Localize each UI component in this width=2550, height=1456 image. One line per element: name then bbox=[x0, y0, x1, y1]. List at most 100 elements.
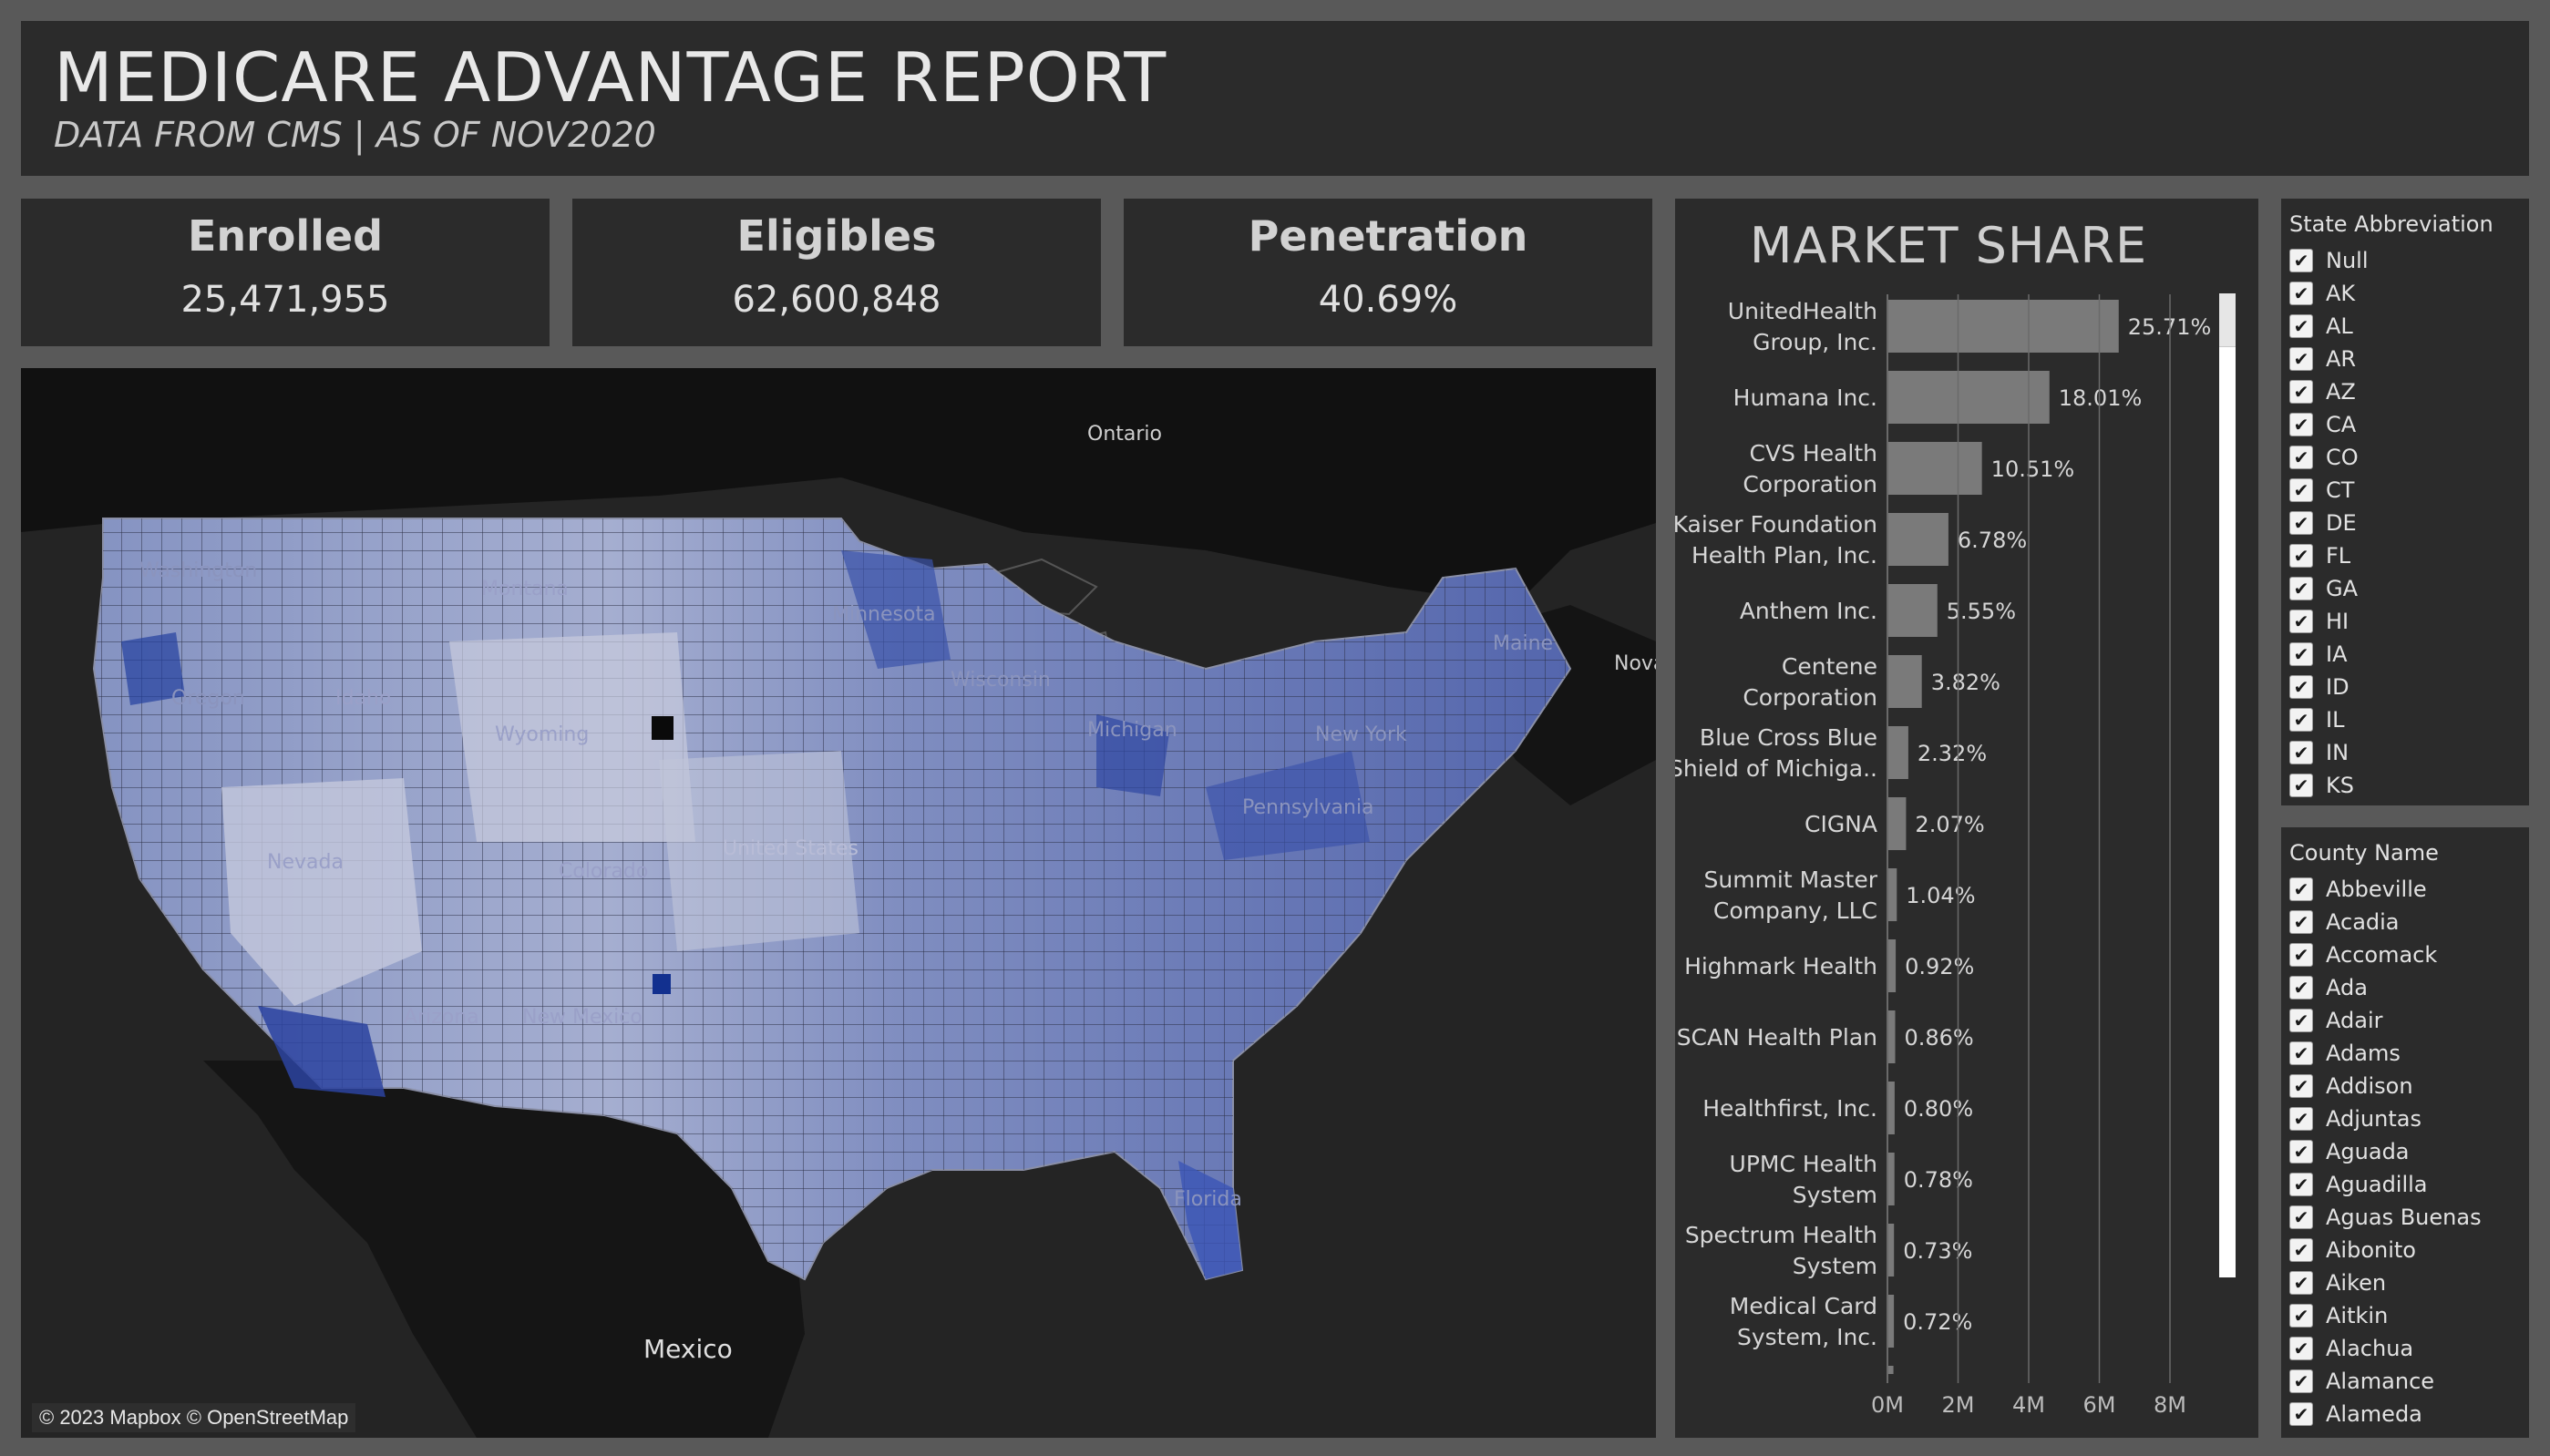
checkbox-checked-icon[interactable]: ✔ bbox=[2289, 774, 2313, 797]
state-filter-item[interactable]: ✔ CA bbox=[2289, 408, 2524, 441]
market-share-chart[interactable]: UnitedHealth Group, Inc.25.71%Humana Inc.… bbox=[1675, 199, 2258, 1438]
county-filter-item[interactable]: ✔ Alamance bbox=[2289, 1365, 2524, 1398]
checkbox-checked-icon[interactable]: ✔ bbox=[2289, 1205, 2313, 1229]
checkbox-checked-icon[interactable]: ✔ bbox=[2289, 1304, 2313, 1328]
category-label: CVS Health Corporation bbox=[1743, 440, 1877, 497]
state-filter-item[interactable]: ✔ AK bbox=[2289, 277, 2524, 310]
checkbox-checked-icon[interactable]: ✔ bbox=[2289, 741, 2313, 764]
state-filter-item-label: AK bbox=[2326, 281, 2356, 306]
state-filter-item[interactable]: ✔ IA bbox=[2289, 638, 2524, 671]
state-filter-item[interactable]: ✔ CT bbox=[2289, 474, 2524, 507]
checkbox-checked-icon[interactable]: ✔ bbox=[2289, 282, 2313, 305]
county-filter-item[interactable]: ✔ Acadia bbox=[2289, 906, 2524, 938]
county-filter-item-label: Adair bbox=[2326, 1008, 2383, 1033]
chart-scrollbar-thumb[interactable] bbox=[2219, 293, 2236, 347]
map-canvas[interactable] bbox=[21, 368, 1656, 1438]
state-filter-item[interactable]: ✔ CO bbox=[2289, 441, 2524, 474]
checkbox-checked-icon[interactable]: ✔ bbox=[2289, 910, 2313, 934]
market-share-bar[interactable] bbox=[1887, 1224, 1895, 1277]
county-filter-item[interactable]: ✔ Aguadilla bbox=[2289, 1168, 2524, 1201]
market-share-bar[interactable] bbox=[1887, 300, 2119, 353]
checkbox-checked-icon[interactable]: ✔ bbox=[2289, 511, 2313, 535]
state-filter-item[interactable]: ✔ DE bbox=[2289, 507, 2524, 539]
map-label: Idaho bbox=[335, 687, 392, 710]
county-filter-item[interactable]: ✔ Abbeville bbox=[2289, 873, 2524, 906]
checkbox-checked-icon[interactable]: ✔ bbox=[2289, 610, 2313, 633]
county-map[interactable]: Ontario Mexico Washington Oregon Nevada … bbox=[21, 368, 1656, 1438]
checkbox-checked-icon[interactable]: ✔ bbox=[2289, 446, 2313, 469]
checkbox-checked-icon[interactable]: ✔ bbox=[2289, 1271, 2313, 1295]
market-share-bar[interactable] bbox=[1887, 442, 1982, 495]
checkbox-checked-icon[interactable]: ✔ bbox=[2289, 1107, 2313, 1131]
checkbox-checked-icon[interactable]: ✔ bbox=[2289, 976, 2313, 1000]
county-filter-item-label: Aguas Buenas bbox=[2326, 1205, 2482, 1230]
county-filter-item[interactable]: ✔ Aguas Buenas bbox=[2289, 1201, 2524, 1234]
market-share-bar[interactable] bbox=[1887, 1010, 1896, 1063]
state-filter-item-label: FL bbox=[2326, 543, 2351, 569]
county-filter-item[interactable]: ✔ Alameda bbox=[2289, 1398, 2524, 1430]
market-share-bar[interactable] bbox=[1887, 868, 1897, 921]
state-filter-item[interactable]: ✔ KS bbox=[2289, 769, 2524, 798]
state-filter-item[interactable]: ✔ AL bbox=[2289, 310, 2524, 343]
checkbox-checked-icon[interactable]: ✔ bbox=[2289, 877, 2313, 901]
market-share-bar[interactable] bbox=[1887, 1295, 1895, 1348]
county-filter-item[interactable]: ✔ Ada bbox=[2289, 971, 2524, 1004]
market-share-bar[interactable] bbox=[1887, 797, 1907, 850]
county-filter-item[interactable]: ✔ Addison bbox=[2289, 1070, 2524, 1102]
state-filter-item[interactable]: ✔ IL bbox=[2289, 703, 2524, 736]
checkbox-checked-icon[interactable]: ✔ bbox=[2289, 347, 2313, 371]
county-filter-item[interactable]: ✔ Aitkin bbox=[2289, 1299, 2524, 1332]
checkbox-checked-icon[interactable]: ✔ bbox=[2289, 249, 2313, 272]
county-filter-item[interactable]: ✔ Aibonito bbox=[2289, 1234, 2524, 1266]
checkbox-checked-icon[interactable]: ✔ bbox=[2289, 1009, 2313, 1032]
checkbox-checked-icon[interactable]: ✔ bbox=[2289, 708, 2313, 732]
state-filter-item[interactable]: ✔ Null bbox=[2289, 244, 2524, 277]
checkbox-checked-icon[interactable]: ✔ bbox=[2289, 1173, 2313, 1196]
county-filter-item[interactable]: ✔ Adjuntas bbox=[2289, 1102, 2524, 1135]
data-label: 5.55% bbox=[1947, 599, 2016, 624]
checkbox-checked-icon[interactable]: ✔ bbox=[2289, 642, 2313, 666]
checkbox-checked-icon[interactable]: ✔ bbox=[2289, 1402, 2313, 1426]
checkbox-checked-icon[interactable]: ✔ bbox=[2289, 577, 2313, 600]
state-filter-item[interactable]: ✔ IN bbox=[2289, 736, 2524, 769]
checkbox-checked-icon[interactable]: ✔ bbox=[2289, 1074, 2313, 1098]
checkbox-checked-icon[interactable]: ✔ bbox=[2289, 1337, 2313, 1360]
chart-scrollbar[interactable] bbox=[2219, 293, 2236, 1277]
checkbox-checked-icon[interactable]: ✔ bbox=[2289, 1238, 2313, 1262]
checkbox-checked-icon[interactable]: ✔ bbox=[2289, 675, 2313, 699]
checkbox-checked-icon[interactable]: ✔ bbox=[2289, 314, 2313, 338]
state-filter-list[interactable]: ✔ Null ✔ AK ✔ AL ✔ AR ✔ AZ ✔ CA ✔ CO ✔ CT ✔ DE ✔ FL ✔ GA ✔ HI ✔ I… bbox=[2289, 244, 2524, 798]
market-share-bar[interactable] bbox=[1887, 584, 1938, 637]
market-share-bar[interactable] bbox=[1887, 655, 1922, 708]
checkbox-checked-icon[interactable]: ✔ bbox=[2289, 380, 2313, 404]
market-share-bar[interactable] bbox=[1887, 1082, 1895, 1134]
market-share-bar[interactable] bbox=[1887, 939, 1897, 992]
state-filter-item[interactable]: ✔ GA bbox=[2289, 572, 2524, 605]
state-filter-item[interactable]: ✔ AR bbox=[2289, 343, 2524, 375]
county-filter-item[interactable]: ✔ Aguada bbox=[2289, 1135, 2524, 1168]
market-share-bar[interactable] bbox=[1887, 1153, 1895, 1205]
county-filter-item[interactable]: ✔ Accomack bbox=[2289, 938, 2524, 971]
state-filter-item-label: IL bbox=[2326, 707, 2345, 733]
checkbox-checked-icon[interactable]: ✔ bbox=[2289, 478, 2313, 502]
market-share-bar[interactable] bbox=[1887, 371, 2050, 424]
county-filter-item[interactable]: ✔ Alachua bbox=[2289, 1332, 2524, 1365]
state-filter-item[interactable]: ✔ HI bbox=[2289, 605, 2524, 638]
checkbox-checked-icon[interactable]: ✔ bbox=[2289, 544, 2313, 568]
checkbox-checked-icon[interactable]: ✔ bbox=[2289, 1140, 2313, 1164]
category-label: Spectrum Health System bbox=[1685, 1222, 1877, 1279]
market-share-bar[interactable] bbox=[1887, 726, 1908, 779]
county-filter-item[interactable]: ✔ Adair bbox=[2289, 1004, 2524, 1037]
county-filter-list[interactable]: ✔ Abbeville ✔ Acadia ✔ Accomack ✔ Ada ✔ Adair ✔ Ada… bbox=[2289, 873, 2524, 1430]
state-filter-item[interactable]: ✔ FL bbox=[2289, 539, 2524, 572]
checkbox-checked-icon[interactable]: ✔ bbox=[2289, 1369, 2313, 1393]
county-filter-item[interactable]: ✔ Adams bbox=[2289, 1037, 2524, 1070]
market-share-bar[interactable] bbox=[1887, 513, 1948, 566]
state-filter-item[interactable]: ✔ AZ bbox=[2289, 375, 2524, 408]
county-filter-item[interactable]: ✔ Aiken bbox=[2289, 1266, 2524, 1299]
checkbox-checked-icon[interactable]: ✔ bbox=[2289, 413, 2313, 436]
state-filter-item[interactable]: ✔ ID bbox=[2289, 671, 2524, 703]
checkbox-checked-icon[interactable]: ✔ bbox=[2289, 1041, 2313, 1065]
map-attribution[interactable]: © 2023 Mapbox © OpenStreetMap bbox=[32, 1403, 356, 1432]
checkbox-checked-icon[interactable]: ✔ bbox=[2289, 943, 2313, 967]
